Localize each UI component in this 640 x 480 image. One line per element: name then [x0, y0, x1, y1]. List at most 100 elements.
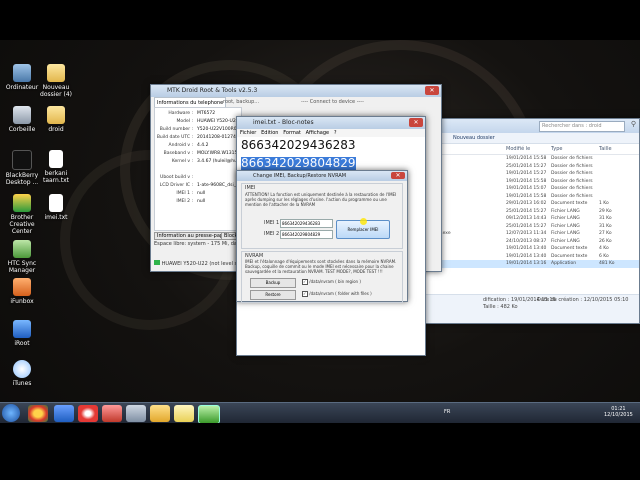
- file-row[interactable]: 19/01/2014 13:40 Document texte 4 Ko: [411, 245, 639, 253]
- details-created: Date de création : 12/10/2015 05:10: [537, 297, 629, 303]
- nvram-folder-checkbox[interactable]: ✓ /data/nvram ( folder with files ): [302, 291, 372, 297]
- info-key: Baseband v :: [163, 151, 193, 156]
- file-row[interactable]: 24/10/2013 08:37 Fichier LANG 26 Ko: [411, 238, 639, 246]
- itunes-icon: [13, 360, 31, 378]
- desktop-icon-text-file[interactable]: berkani taarn.txt: [34, 150, 78, 184]
- file-type: Fichier LANG: [551, 223, 580, 229]
- taskbar-app-icon[interactable]: [54, 405, 74, 422]
- column-header-date[interactable]: Modifié le: [506, 144, 530, 154]
- file-date: 19/01/2014 15:58: [506, 193, 547, 199]
- text-file-icon: [49, 150, 63, 168]
- file-row[interactable]: 19/01/2014 13:16 Application 481 Ko: [411, 260, 639, 268]
- new-folder-button[interactable]: Nouveau dossier: [453, 135, 495, 141]
- htc-icon: [13, 240, 31, 258]
- restore-button[interactable]: Restore: [250, 290, 296, 300]
- file-type: Dossier de fichiers: [551, 193, 593, 199]
- file-row[interactable]: 12/07/2013 11:34Fichier LANG27 KoidTools…: [411, 230, 639, 238]
- desktop-icon-droid[interactable]: droid: [34, 106, 78, 133]
- imei1-label: IMEI 1: [264, 220, 280, 226]
- file-row[interactable]: 19/01/2014 15:07 Dossier de fichiers: [411, 185, 639, 193]
- recycle-bin-icon: [13, 106, 31, 124]
- taskbar-tool-icon[interactable]: [102, 405, 122, 422]
- desktop-icon-imei-txt[interactable]: imei.txt: [34, 194, 78, 221]
- taskbar-notepad-icon[interactable]: [174, 405, 194, 422]
- explorer-file-list: 19/01/2014 15:58 Dossier de fichiers 25/01…: [411, 155, 639, 268]
- close-button[interactable]: ✕: [391, 172, 405, 179]
- file-type: Document texte: [551, 201, 588, 206]
- menu-affichage[interactable]: Affichage: [306, 130, 330, 136]
- info-value: HUAWEI Y520-U22: [197, 119, 239, 124]
- desktop-icon-iroot[interactable]: iRoot: [0, 320, 44, 347]
- file-row[interactable]: 19/01/2014 15:58 Dossier de fichiers: [411, 178, 639, 186]
- desktop-icon-htc[interactable]: HTC Sync Manager: [0, 240, 44, 274]
- info-key: Kernel v :: [171, 159, 193, 164]
- backup-button[interactable]: Backup: [250, 278, 296, 288]
- taskbar-media-icon[interactable]: [78, 405, 98, 422]
- file-row[interactable]: 25/01/2014 15:27Fichier LANG31 Kong: [411, 223, 639, 231]
- file-size: 1 Ko: [599, 201, 609, 206]
- menu-fichier[interactable]: Fichier: [240, 130, 256, 136]
- taskbar: FR 01:21 12/10/2015: [0, 402, 640, 424]
- mtk-status-bar: HUAWEI Y520-U22 (not level shell): [154, 260, 248, 267]
- file-type: Application: [551, 261, 577, 266]
- notepad-menubar: Fichier Edition Format Affichage ?: [237, 129, 425, 137]
- file-type: Document texte: [551, 253, 588, 259]
- file-size: 4 Ko: [599, 246, 609, 251]
- menu-edition[interactable]: Edition: [261, 130, 278, 136]
- info-value: null: [197, 199, 206, 204]
- language-indicator[interactable]: FR: [444, 409, 450, 415]
- nvram-bin-checkbox[interactable]: ✓ /data/nvram ( bin region ): [302, 279, 361, 285]
- desktop-icon-folder[interactable]: Nouveau dossier (4): [34, 64, 78, 98]
- file-row[interactable]: 25/01/2014 15:27Fichier LANG29 Kong: [411, 208, 639, 216]
- taskbar-explorer-icon[interactable]: [150, 405, 170, 422]
- file-row[interactable]: 19/01/2014 15:27 Dossier de fichiers: [411, 170, 639, 178]
- start-button[interactable]: [2, 404, 20, 422]
- change-imei-dialog: Change IMEI, Backup/Restore NVRAM ✕ IMEI…: [236, 170, 408, 303]
- attention-text: ATTENTION! La fonction est uniquement de…: [245, 192, 397, 207]
- imei-groupbox: IMEI ATTENTION! La fonction est uniqueme…: [241, 183, 403, 249]
- menu-help[interactable]: ?: [334, 130, 337, 136]
- file-date: 29/01/2013 16:02: [506, 201, 547, 206]
- checkbox-checked-icon: ✓: [302, 291, 308, 297]
- notepad-text-area[interactable]: 866342029436283 866342029804829: [237, 137, 425, 173]
- file-row[interactable]: 19/01/2014 15:58 Dossier de fichiers: [411, 155, 639, 163]
- taskbar-chrome-icon[interactable]: [28, 405, 48, 422]
- imei-line-2-selected: 866342029804829: [241, 156, 356, 170]
- computer-icon: [13, 64, 31, 82]
- tab-root-backup[interactable]: root, backup...: [221, 97, 261, 107]
- desktop-icon-itunes[interactable]: iTunes: [0, 360, 44, 387]
- desktop-icon-label: Nouveau dossier (4): [40, 84, 72, 98]
- file-row[interactable]: 19/01/2014 13:40 Document texte 6 Ko: [411, 253, 639, 261]
- taskbar-mtk-icon[interactable]: [198, 405, 220, 424]
- text-file-icon: [49, 194, 63, 212]
- menu-format[interactable]: Format: [283, 130, 301, 136]
- clock[interactable]: 01:21 12/10/2015: [604, 406, 633, 418]
- file-row[interactable]: 09/12/2013 14:43Fichier LANG31 Kong: [411, 215, 639, 223]
- file-size: 27 Ko: [599, 231, 612, 236]
- desktop: Ordinateur Nouveau dossier (4) Corbeille…: [0, 0, 640, 480]
- file-date: 19/01/2014 15:58: [506, 156, 547, 161]
- close-button[interactable]: ✕: [425, 86, 439, 95]
- file-row[interactable]: 25/01/2014 15:27 Dossier de fichiers: [411, 163, 639, 171]
- search-input[interactable]: Rechercher dans : droid: [539, 121, 625, 132]
- imei1-input[interactable]: 866342029436283: [280, 219, 333, 228]
- notepad-titlebar: imei.txt - Bloc-notes ✕: [237, 117, 425, 129]
- letterbox-bottom: [0, 423, 640, 480]
- desktop-icon-ifunbox[interactable]: iFunbox: [0, 278, 44, 305]
- taskbar-window-icon[interactable]: [126, 405, 146, 422]
- imei2-input[interactable]: 866342029804829: [280, 230, 333, 239]
- connect-status: ---- Connect to device ----: [301, 99, 364, 105]
- close-button[interactable]: ✕: [409, 118, 423, 127]
- column-header-size[interactable]: Taille: [599, 144, 612, 154]
- file-type: Document texte: [551, 246, 588, 251]
- file-row[interactable]: 29/01/2013 16:02Document texte1 Kotxt: [411, 200, 639, 208]
- info-value: Y520-U22V100R00: [197, 127, 240, 132]
- file-date: 19/01/2014 15:27: [506, 171, 547, 176]
- status-led-icon: [154, 260, 160, 265]
- info-key: Android v :: [168, 143, 193, 148]
- file-size: 481 Ko: [599, 261, 615, 266]
- explorer-toolbar: Nouveau dossier: [411, 133, 639, 144]
- column-header-type[interactable]: Type: [551, 144, 562, 154]
- file-row[interactable]: 19/01/2014 15:58 Dossier de fichiers: [411, 193, 639, 201]
- folder-icon: [47, 106, 65, 124]
